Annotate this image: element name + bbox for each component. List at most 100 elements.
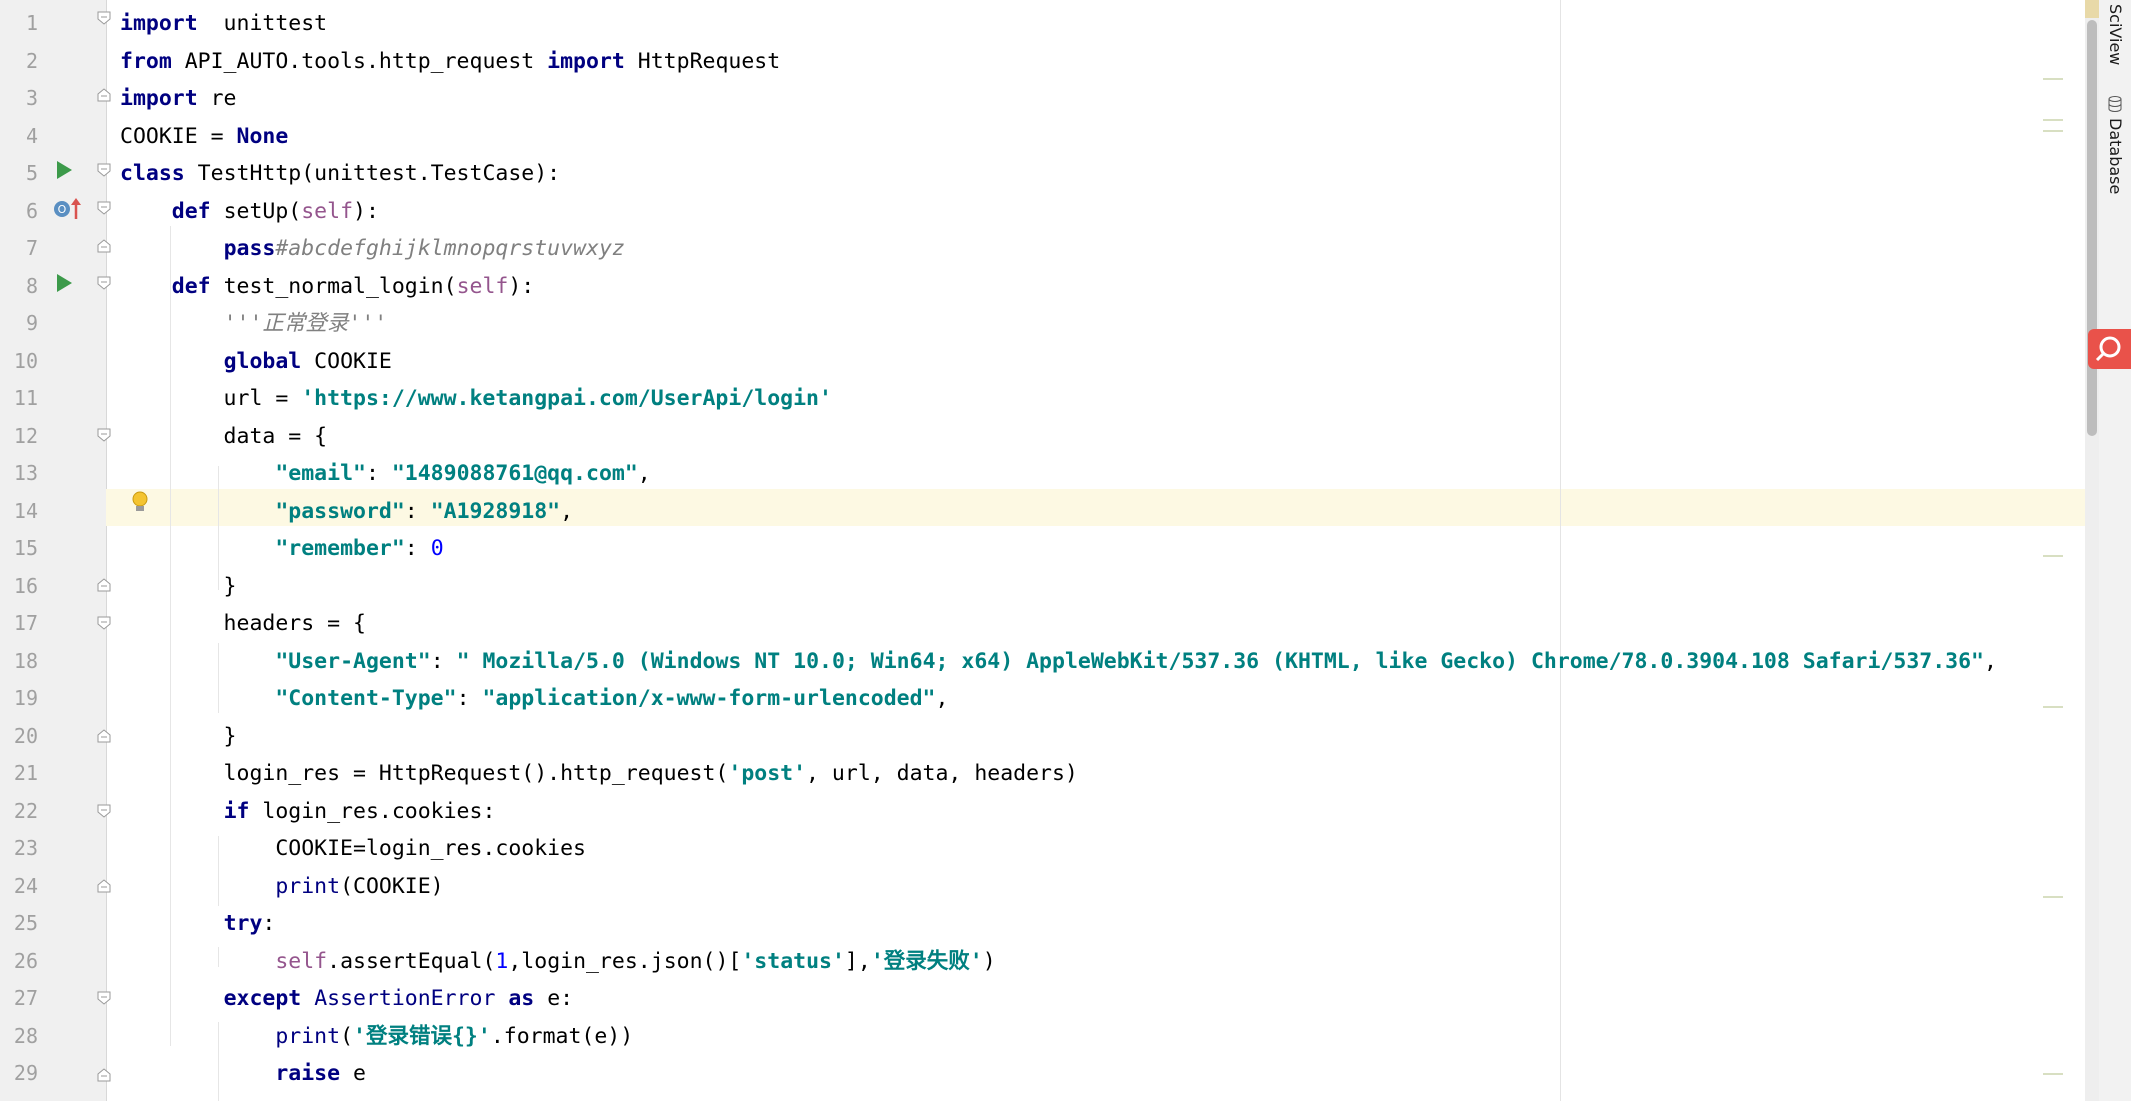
fold-marker-icon[interactable]: [97, 11, 111, 25]
fold-marker-icon[interactable]: [97, 88, 111, 102]
scrollbar-thumb[interactable]: [2087, 20, 2097, 436]
fold-marker-icon[interactable]: [97, 1068, 111, 1082]
code-text[interactable]: class TestHttp(unittest.TestCase):: [120, 155, 560, 193]
code-text[interactable]: login_res = HttpRequest().http_request('…: [120, 755, 1078, 793]
code-text[interactable]: '''正常登录''': [120, 305, 388, 343]
fold-marker-icon[interactable]: [97, 729, 111, 743]
code-token: '登录失败': [870, 948, 983, 974]
code-text[interactable]: COOKIE=login_res.cookies: [120, 830, 586, 868]
fold-marker-icon[interactable]: [97, 239, 111, 253]
code-text[interactable]: print('登录错误{}'.format(e)): [120, 1018, 633, 1056]
code-text[interactable]: try:: [120, 905, 276, 943]
code-text[interactable]: from API_AUTO.tools.http_request import …: [120, 43, 780, 81]
error-stripe-mark[interactable]: [2043, 706, 2063, 708]
code-token: :: [404, 498, 431, 524]
code-token: data = {: [120, 423, 328, 449]
line-number: 7: [25, 236, 38, 260]
fold-marker-icon[interactable]: [97, 428, 111, 442]
error-stripe-mark[interactable]: [2043, 555, 2063, 557]
code-text[interactable]: }: [120, 568, 237, 606]
fold-marker-icon[interactable]: [97, 276, 111, 290]
code-line: 20 }: [0, 718, 2085, 756]
search-button[interactable]: [2088, 329, 2131, 369]
code-text[interactable]: raise e: [120, 1055, 366, 1093]
code-token: "User-Agent": [275, 648, 431, 674]
code-text[interactable]: import re: [120, 80, 237, 118]
override-method-icon[interactable]: O: [53, 197, 83, 225]
fold-marker-icon[interactable]: [97, 991, 111, 1005]
code-text[interactable]: COOKIE = None: [120, 118, 288, 156]
code-line: 2 from API_AUTO.tools.http_request import…: [0, 43, 2085, 81]
code-text[interactable]: headers = {: [120, 605, 366, 643]
error-stripe-mark[interactable]: [2043, 896, 2063, 898]
code-text[interactable]: def setUp(self):: [120, 193, 379, 231]
fold-marker-icon[interactable]: [97, 578, 111, 592]
code-text[interactable]: def test_normal_login(self):: [120, 268, 534, 306]
tab-database[interactable]: Database: [2106, 118, 2125, 194]
code-text[interactable]: pass#abcdefghijklmnopqrstuvwxyz: [120, 230, 625, 268]
code-token: def: [171, 273, 211, 299]
code-token: ): [982, 948, 996, 974]
code-token: }: [120, 723, 237, 749]
code-text[interactable]: "email": "1489088761@qq.com",: [120, 455, 650, 493]
lightbulb-icon[interactable]: [131, 491, 149, 519]
code-text[interactable]: global COOKIE: [120, 343, 392, 381]
line-number: 19: [13, 686, 38, 710]
code-text[interactable]: except AssertionError as e:: [120, 980, 574, 1018]
line-number: 8: [25, 273, 38, 298]
code-text[interactable]: url = 'https://www.ketangpai.com/UserApi…: [120, 380, 832, 418]
code-token: HttpRequest: [624, 48, 781, 74]
code-token: print: [275, 1023, 341, 1049]
error-stripe-mark[interactable]: [2043, 78, 2063, 80]
code-token: COOKIE =: [120, 123, 237, 149]
code-text[interactable]: "Content-Type": "application/x-www-form-…: [120, 680, 948, 718]
code-text[interactable]: import unittest: [120, 5, 327, 43]
line-number: 29: [13, 1061, 38, 1085]
error-stripe-mark[interactable]: [2043, 119, 2063, 121]
code-line: 12 data = {: [0, 418, 2085, 456]
code-token: AssertionError: [314, 986, 496, 1011]
inspection-status-icon[interactable]: [2085, 0, 2099, 18]
code-line: 7 pass#abcdefghijklmnopqrstuvwxyz: [0, 230, 2085, 268]
line-number: 18: [13, 648, 38, 673]
svg-text:O: O: [58, 203, 67, 216]
code-token: global: [223, 348, 302, 374]
code-token: ,: [560, 498, 574, 524]
tab-sciview[interactable]: SciView: [2106, 4, 2125, 65]
code-token: 1: [495, 948, 509, 974]
fold-marker-icon[interactable]: [97, 616, 111, 630]
code-text[interactable]: if login_res.cookies:: [120, 793, 496, 831]
code-text[interactable]: "User-Agent": " Mozilla/5.0 (Windows NT …: [120, 643, 1997, 681]
fold-marker-icon[interactable]: [97, 201, 111, 215]
fold-marker-icon[interactable]: [97, 163, 111, 177]
error-stripe-mark[interactable]: [2043, 130, 2063, 132]
code-text[interactable]: data = {: [120, 418, 328, 456]
code-text[interactable]: self.assertEqual(1,login_res.json()['sta…: [120, 943, 996, 981]
run-test-icon[interactable]: [55, 273, 73, 297]
code-text[interactable]: }: [120, 718, 237, 756]
line-number: 3: [25, 86, 38, 110]
line-number: 27: [13, 986, 38, 1010]
run-class-icon[interactable]: [55, 160, 73, 184]
error-stripe-mark[interactable]: [2043, 1073, 2063, 1075]
code-text[interactable]: print(COOKIE): [120, 868, 443, 906]
code-text[interactable]: "password": "A1928918",: [120, 493, 573, 531]
code-line: 18 "User-Agent": " Mozilla/5.0 (Windows …: [0, 643, 2085, 681]
fold-marker-icon[interactable]: [97, 879, 111, 893]
code-editor[interactable]: 1 import unittest 2 from API_AUTO.tools.htt…: [0, 0, 2085, 1101]
code-line: 4 COOKIE = None: [0, 118, 2085, 156]
fold-marker-icon[interactable]: [97, 804, 111, 818]
code-token: print: [275, 873, 341, 899]
code-line: 17 headers = {: [0, 605, 2085, 643]
code-token: :: [262, 911, 276, 936]
code-text[interactable]: "remember": 0: [120, 530, 443, 568]
code-line: 9 '''正常登录''': [0, 305, 2085, 343]
code-line: 16 }: [0, 568, 2085, 606]
database-icon: [2108, 96, 2122, 116]
